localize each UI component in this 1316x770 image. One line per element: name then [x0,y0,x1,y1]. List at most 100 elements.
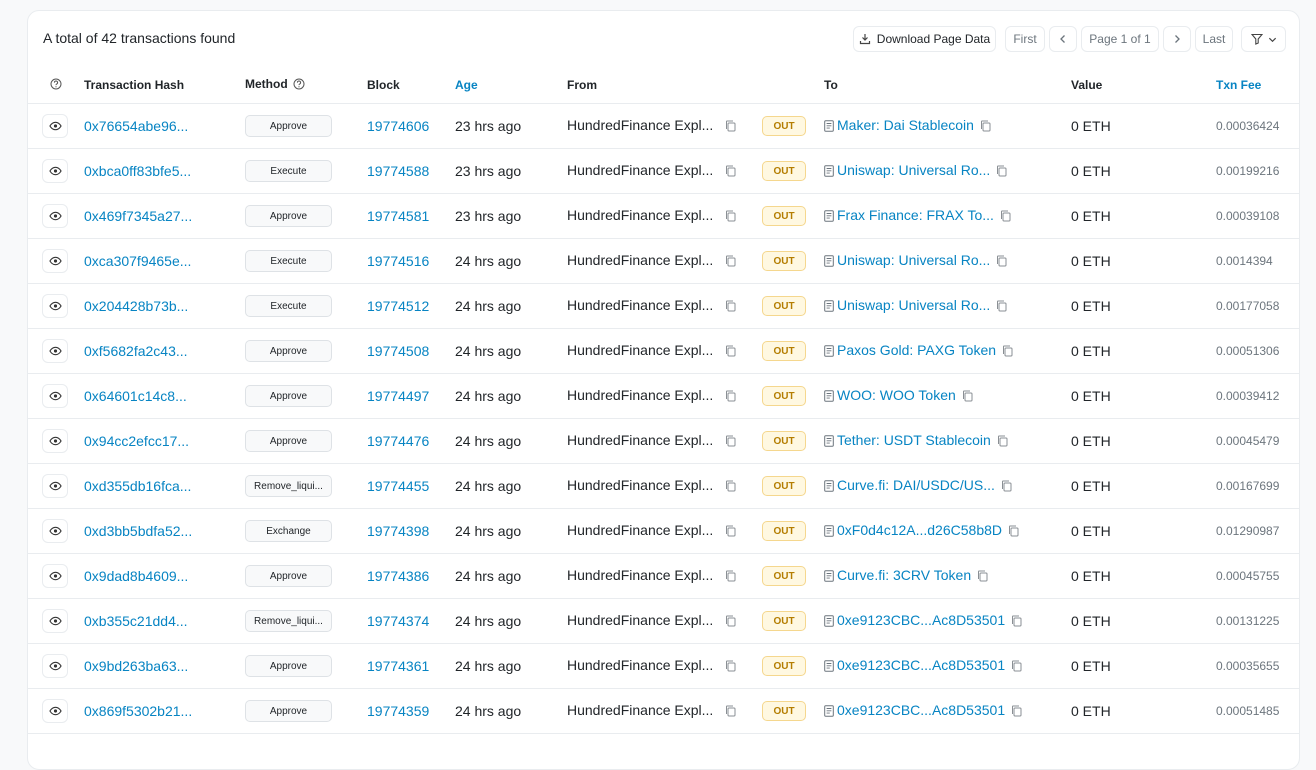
method-badge[interactable]: Approve [245,700,332,722]
from-address-label[interactable]: HundredFinance Expl... [567,387,713,403]
copy-icon[interactable] [1001,479,1012,495]
from-address-label[interactable]: HundredFinance Expl... [567,297,713,313]
transaction-hash-link[interactable]: 0x9bd263ba63... [84,658,188,674]
first-page-button[interactable]: First [1005,26,1045,52]
from-address-label[interactable]: HundredFinance Expl... [567,162,713,178]
block-link[interactable]: 19774398 [367,523,429,539]
copy-icon[interactable] [725,569,736,585]
method-badge[interactable]: Approve [245,205,332,227]
block-link[interactable]: 19774508 [367,343,429,359]
last-page-button[interactable]: Last [1195,26,1233,52]
to-address-link[interactable]: Uniswap: Universal Ro... [837,162,990,178]
previous-page-button[interactable] [1049,26,1077,52]
method-badge[interactable]: Remove_liqui... [245,610,332,632]
block-link[interactable]: 19774361 [367,658,429,674]
block-link[interactable]: 19774359 [367,703,429,719]
block-link[interactable]: 19774476 [367,433,429,449]
from-address-label[interactable]: HundredFinance Expl... [567,477,713,493]
transaction-hash-link[interactable]: 0xbca0ff83bfe5... [84,163,191,179]
transaction-hash-link[interactable]: 0x469f7345a27... [84,208,192,224]
copy-icon[interactable] [725,434,736,450]
from-address-label[interactable]: HundredFinance Expl... [567,522,713,538]
download-page-data-button[interactable]: Download Page Data [853,26,996,52]
from-address-label[interactable]: HundredFinance Expl... [567,567,713,583]
block-link[interactable]: 19774512 [367,298,429,314]
to-address-link[interactable]: Curve.fi: 3CRV Token [837,567,971,583]
copy-icon[interactable] [725,209,736,225]
view-details-button[interactable] [42,429,68,453]
block-link[interactable]: 19774374 [367,613,429,629]
to-address-link[interactable]: Curve.fi: DAI/USDC/US... [837,477,995,493]
copy-icon[interactable] [725,119,736,135]
method-badge[interactable]: Remove_liqui... [245,475,332,497]
copy-icon[interactable] [725,704,736,720]
method-badge[interactable]: Exchange [245,520,332,542]
block-link[interactable]: 19774497 [367,388,429,404]
block-link[interactable]: 19774386 [367,568,429,584]
copy-icon[interactable] [1002,344,1013,360]
to-address-link[interactable]: 0xe9123CBC...Ac8D53501 [837,702,1005,718]
transaction-hash-link[interactable]: 0xca307f9465e... [84,253,191,269]
to-address-link[interactable]: Maker: Dai Stablecoin [837,117,974,133]
next-page-button[interactable] [1163,26,1191,52]
to-address-link[interactable]: 0xe9123CBC...Ac8D53501 [837,657,1005,673]
from-address-label[interactable]: HundredFinance Expl... [567,657,713,673]
from-address-label[interactable]: HundredFinance Expl... [567,252,713,268]
copy-icon[interactable] [996,164,1007,180]
to-address-link[interactable]: Uniswap: Universal Ro... [837,252,990,268]
transaction-hash-link[interactable]: 0x9dad8b4609... [84,568,188,584]
copy-icon[interactable] [996,299,1007,315]
copy-icon[interactable] [962,389,973,405]
question-circle-icon[interactable] [293,78,305,93]
block-link[interactable]: 19774606 [367,118,429,134]
copy-icon[interactable] [725,614,736,630]
to-address-link[interactable]: 0xF0d4c12A...d26C58b8D [837,522,1002,538]
copy-icon[interactable] [725,524,736,540]
copy-icon[interactable] [725,389,736,405]
filter-button[interactable] [1241,26,1286,52]
copy-icon[interactable] [996,254,1007,270]
copy-icon[interactable] [725,164,736,180]
method-badge[interactable]: Execute [245,250,332,272]
view-details-button[interactable] [42,339,68,363]
method-badge[interactable]: Approve [245,385,332,407]
column-header-age[interactable]: Age [455,67,567,104]
block-link[interactable]: 19774581 [367,208,429,224]
view-details-button[interactable] [42,519,68,543]
view-details-button[interactable] [42,294,68,318]
from-address-label[interactable]: HundredFinance Expl... [567,207,713,223]
to-address-link[interactable]: Frax Finance: FRAX To... [837,207,994,223]
method-badge[interactable]: Execute [245,160,332,182]
method-badge[interactable]: Approve [245,115,332,137]
view-details-button[interactable] [42,699,68,723]
view-details-button[interactable] [42,609,68,633]
to-address-link[interactable]: Paxos Gold: PAXG Token [837,342,996,358]
view-details-button[interactable] [42,384,68,408]
view-details-button[interactable] [42,654,68,678]
copy-icon[interactable] [725,344,736,360]
copy-icon[interactable] [980,119,991,135]
transaction-hash-link[interactable]: 0x204428b73b... [84,298,188,314]
copy-icon[interactable] [725,254,736,270]
block-link[interactable]: 19774588 [367,163,429,179]
to-address-link[interactable]: WOO: WOO Token [837,387,956,403]
copy-icon[interactable] [1011,614,1022,630]
from-address-label[interactable]: HundredFinance Expl... [567,702,713,718]
transaction-hash-link[interactable]: 0xd3bb5bdfa52... [84,523,192,539]
view-details-button[interactable] [42,114,68,138]
transaction-hash-link[interactable]: 0x76654abe96... [84,118,188,134]
method-badge[interactable]: Execute [245,295,332,317]
from-address-label[interactable]: HundredFinance Expl... [567,342,713,358]
from-address-label[interactable]: HundredFinance Expl... [567,432,713,448]
copy-icon[interactable] [1008,524,1019,540]
from-address-label[interactable]: HundredFinance Expl... [567,117,713,133]
transaction-hash-link[interactable]: 0xd355db16fca... [84,478,191,494]
transaction-hash-link[interactable]: 0x869f5302b21... [84,703,192,719]
question-circle-icon[interactable] [50,78,62,93]
to-address-link[interactable]: 0xe9123CBC...Ac8D53501 [837,612,1005,628]
transaction-hash-link[interactable]: 0xb355c21dd4... [84,613,188,629]
view-details-button[interactable] [42,159,68,183]
transaction-hash-link[interactable]: 0xf5682fa2c43... [84,343,188,359]
copy-icon[interactable] [997,434,1008,450]
method-badge[interactable]: Approve [245,340,332,362]
